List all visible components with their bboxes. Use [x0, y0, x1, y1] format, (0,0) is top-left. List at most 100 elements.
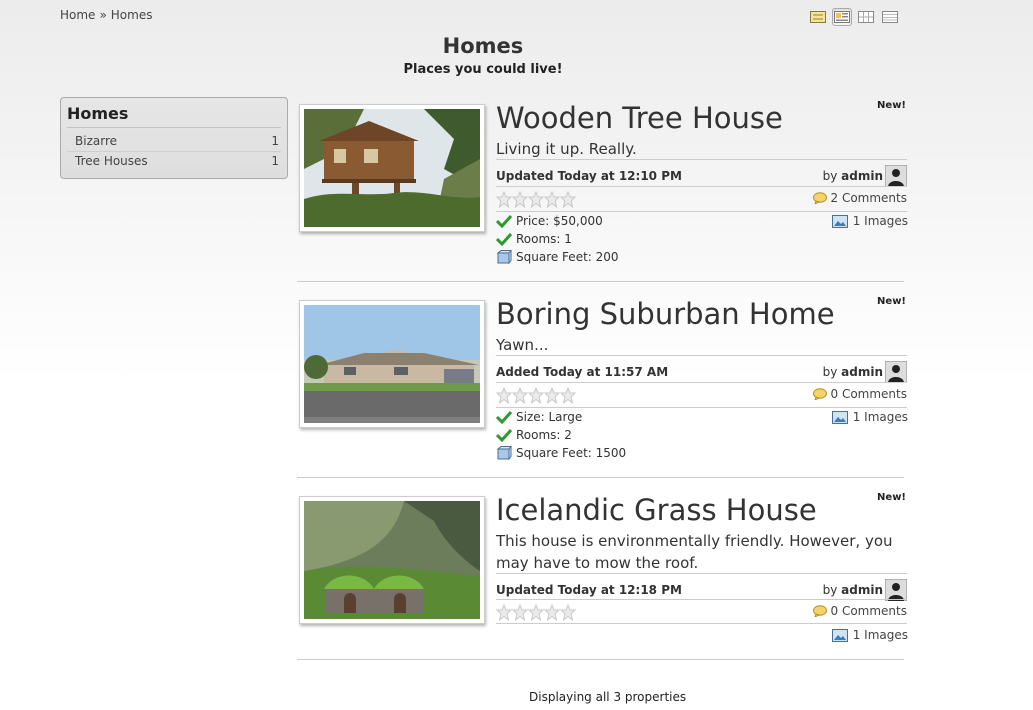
- detail-text: Rooms: 2: [516, 428, 572, 442]
- sidebar-item-label[interactable]: Bizarre: [75, 134, 117, 148]
- new-badge: New!: [877, 492, 906, 503]
- cube-icon: [496, 250, 512, 264]
- listing-title[interactable]: Icelandic Grass House: [496, 492, 817, 528]
- avatar[interactable]: [885, 165, 907, 187]
- listing-details: Price: $50,000 Rooms: 1 Square Feet: 200: [496, 212, 619, 266]
- detail-rooms: Rooms: 2: [496, 426, 626, 444]
- author-link[interactable]: admin: [841, 169, 883, 183]
- star-rating[interactable]: [496, 191, 576, 209]
- listing-byline: by admin: [823, 365, 883, 379]
- listing-item: Wooden Tree House New! Living it up. Rea…: [297, 100, 908, 282]
- comments-count[interactable]: 2 Comments: [831, 191, 908, 205]
- listing-thumbnail[interactable]: [299, 300, 485, 428]
- new-badge: New!: [877, 100, 906, 111]
- detail-square-feet: Square Feet: 1500: [496, 444, 626, 462]
- comment-bubble-icon: [812, 388, 827, 400]
- sidebar-item-count: 1: [271, 134, 279, 148]
- image-icon: [831, 628, 848, 642]
- comment-bubble-icon: [812, 605, 827, 617]
- sidebar-item-bizarre[interactable]: Bizarre 1: [67, 132, 281, 152]
- listing-title[interactable]: Boring Suburban Home: [496, 296, 835, 332]
- listing-item: Boring Suburban Home New! Yawn... Added …: [297, 296, 908, 478]
- listing-thumbnail[interactable]: [299, 496, 485, 624]
- byline-prefix: by: [822, 169, 838, 183]
- images-count[interactable]: 1 Images: [853, 214, 908, 228]
- category-sidebar: Homes Bizarre 1 Tree Houses 1: [60, 97, 288, 179]
- listing-meta-row: Added Today at 11:57 AM by admin: [496, 355, 907, 383]
- comment-bubble-icon: [812, 192, 827, 204]
- listing-byline: by admin: [823, 169, 883, 183]
- comments-count[interactable]: 0 Comments: [831, 387, 908, 401]
- author-link[interactable]: admin: [841, 583, 883, 597]
- breadcrumb: Home » Homes: [60, 8, 152, 22]
- page-subtitle: Places you could live!: [403, 62, 563, 77]
- checkmark-icon: [496, 410, 512, 424]
- listing-details: Size: Large Rooms: 2 Square Feet: 1500: [496, 408, 626, 462]
- listing-updated: Updated Today at 12:18 PM: [496, 583, 682, 597]
- detail-square-feet: Square Feet: 200: [496, 248, 619, 266]
- checkmark-icon: [496, 428, 512, 442]
- image-icon: [831, 214, 848, 228]
- detail-rooms: Rooms: 1: [496, 230, 619, 248]
- images-link[interactable]: 1 Images: [831, 628, 908, 642]
- page-title: Homes: [442, 34, 524, 58]
- detail-size: Size: Large: [496, 408, 626, 426]
- breadcrumb-current-link[interactable]: Homes: [111, 8, 153, 22]
- table-view-icon[interactable]: [880, 8, 900, 26]
- listing-byline: by admin: [823, 583, 883, 597]
- detail-text: Square Feet: 1500: [516, 446, 627, 460]
- breadcrumb-separator: »: [99, 8, 107, 22]
- listing-updated: Updated Today at 12:10 PM: [496, 169, 682, 183]
- checkmark-icon: [496, 214, 512, 228]
- listing-thumbnail[interactable]: [299, 104, 485, 232]
- listing-item: Icelandic Grass House New! This house is…: [297, 492, 908, 674]
- images-count[interactable]: 1 Images: [853, 628, 908, 642]
- images-link[interactable]: 1 Images: [831, 410, 908, 424]
- cube-icon: [496, 446, 512, 460]
- comments-link[interactable]: 0 Comments: [812, 387, 908, 401]
- star-icons[interactable]: [496, 191, 576, 209]
- star-icons[interactable]: [496, 604, 576, 622]
- images-link[interactable]: 1 Images: [831, 214, 908, 228]
- listing-meta-row: Updated Today at 12:10 PM by admin: [496, 159, 907, 187]
- listing-rating-row: 2 Comments: [496, 186, 907, 211]
- listing-rating-row: 0 Comments: [496, 382, 907, 407]
- listing-tagline: Living it up. Really.: [496, 140, 637, 158]
- detail-text: Price: $50,000: [516, 214, 603, 228]
- detail-price: Price: $50,000: [496, 212, 619, 230]
- star-rating[interactable]: [496, 604, 576, 622]
- pagination-summary: Displaying all 3 properties: [529, 690, 687, 704]
- listing-separator: [496, 623, 907, 624]
- listing-rating-row: 0 Comments: [496, 599, 907, 624]
- comments-count[interactable]: 0 Comments: [831, 604, 908, 618]
- listing-updated: Added Today at 11:57 AM: [496, 365, 669, 379]
- new-badge: New!: [877, 296, 906, 307]
- byline-prefix: by: [822, 583, 838, 597]
- avatar[interactable]: [885, 361, 907, 383]
- listing-title[interactable]: Wooden Tree House: [496, 100, 783, 136]
- images-count[interactable]: 1 Images: [853, 410, 908, 424]
- listing-divider: [297, 477, 904, 478]
- listing-tagline: Yawn...: [496, 336, 549, 354]
- listing-divider: [297, 659, 904, 660]
- avatar[interactable]: [885, 579, 907, 601]
- detail-text: Rooms: 1: [516, 232, 572, 246]
- list-view-icon[interactable]: [808, 8, 828, 26]
- grid-view-icon[interactable]: [856, 8, 876, 26]
- star-icons[interactable]: [496, 387, 576, 405]
- sidebar-item-label[interactable]: Tree Houses: [75, 154, 148, 168]
- breadcrumb-home-link[interactable]: Home: [60, 8, 95, 22]
- listing-divider: [297, 281, 904, 282]
- byline-prefix: by: [822, 365, 838, 379]
- listing-tagline: This house is environmentally friendly. …: [496, 532, 893, 572]
- checkmark-icon: [496, 232, 512, 246]
- sidebar-item-tree-houses[interactable]: Tree Houses 1: [67, 152, 281, 171]
- comments-link[interactable]: 0 Comments: [812, 604, 908, 618]
- view-mode-switcher: [808, 8, 900, 26]
- detail-view-icon[interactable]: [832, 8, 852, 26]
- comments-link[interactable]: 2 Comments: [812, 191, 908, 205]
- detail-text: Size: Large: [516, 410, 583, 424]
- star-rating[interactable]: [496, 387, 576, 405]
- author-link[interactable]: admin: [841, 365, 883, 379]
- detail-text: Square Feet: 200: [516, 250, 619, 264]
